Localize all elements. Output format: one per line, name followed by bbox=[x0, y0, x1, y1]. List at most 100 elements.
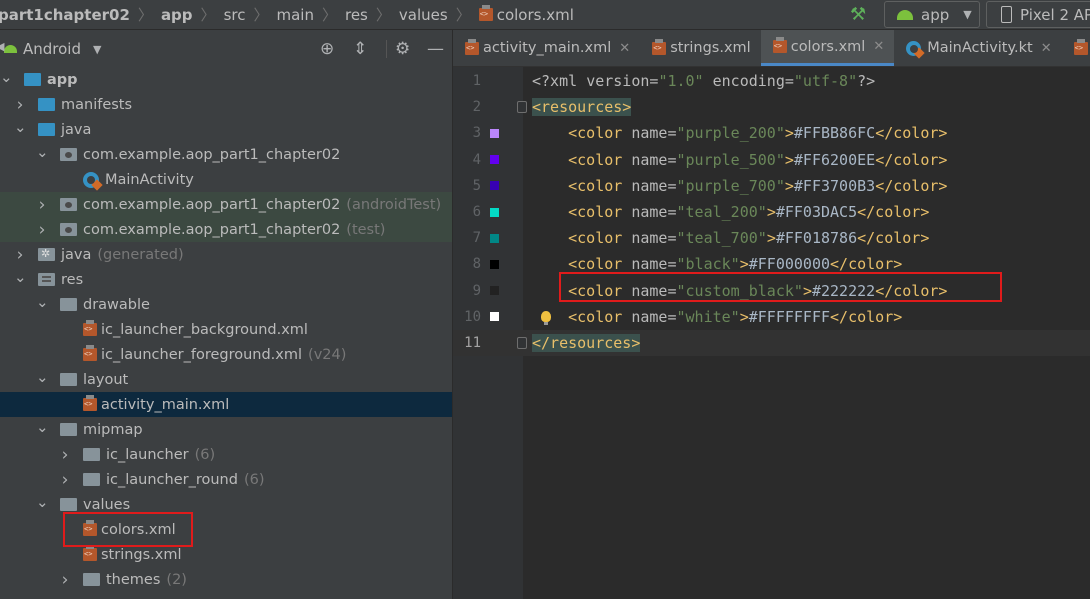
tab-overflow[interactable] bbox=[1062, 30, 1090, 66]
folder-blue-icon bbox=[38, 98, 55, 111]
tab-label: activity_main.xml bbox=[483, 40, 612, 56]
tree-item[interactable]: › ic_launcher (6) bbox=[0, 442, 452, 467]
android-icon bbox=[4, 45, 17, 53]
color-name-value: "purple_500" bbox=[676, 150, 785, 169]
chevron-down-icon[interactable]: ⌄ bbox=[0, 68, 13, 86]
tree-item[interactable]: › manifests bbox=[0, 92, 452, 117]
chevron-down-icon[interactable]: ⌄ bbox=[36, 493, 49, 511]
chevron-right-icon[interactable]: › bbox=[14, 245, 26, 265]
breadcrumb-item-colors[interactable]: colors.xml bbox=[497, 6, 574, 24]
chevron-right-icon[interactable]: › bbox=[59, 470, 71, 490]
tree-item[interactable]: › com.example.aop_part1_chapter02 (android… bbox=[0, 192, 452, 217]
xml-file-icon bbox=[652, 38, 667, 55]
code-line[interactable]: 7 <color name="teal_700">#FF018786</colo… bbox=[453, 225, 1090, 251]
tree-item[interactable]: › com.example.aop_part1_chapter02 (test) bbox=[0, 217, 452, 242]
breadcrumb-item-project[interactable]: part1chapter02 bbox=[0, 6, 130, 24]
xml-file-icon bbox=[465, 38, 479, 55]
code-line[interactable]: 4 <color name="purple_500">#FF6200EE</co… bbox=[453, 147, 1090, 173]
color-swatch-icon[interactable] bbox=[490, 312, 499, 322]
tree-item-label: ic_launcher_foreground.xml bbox=[101, 346, 303, 363]
chevron-right-icon[interactable]: › bbox=[59, 445, 71, 465]
color-swatch-icon[interactable] bbox=[490, 286, 499, 296]
color-swatch-icon[interactable] bbox=[490, 207, 499, 217]
tree-item[interactable]: ⌄ res bbox=[0, 267, 452, 292]
code-line[interactable]: 1 <?xml version="1.0" encoding="utf-8"?> bbox=[453, 68, 1090, 94]
color-name-value: "purple_700" bbox=[676, 176, 785, 195]
tree-item[interactable]: ⌄ com.example.aop_part1_chapter02 bbox=[0, 142, 452, 167]
tree-item[interactable]: › ic_launcher_round (6) bbox=[0, 467, 452, 492]
tag-close-bracket: > bbox=[784, 176, 794, 195]
close-icon[interactable]: ✕ bbox=[1041, 41, 1052, 56]
locate-crosshair-icon[interactable]: ⊕ bbox=[320, 39, 334, 59]
chevron-right-icon[interactable]: › bbox=[36, 220, 48, 240]
color-swatch-icon[interactable] bbox=[490, 181, 499, 191]
tree-item-label: manifests bbox=[61, 96, 133, 113]
tab-label: MainActivity.kt bbox=[927, 40, 1033, 56]
chevron-down-icon[interactable]: ▼ bbox=[93, 43, 101, 56]
breadcrumb-item-app[interactable]: app bbox=[161, 6, 193, 24]
code-line[interactable]: 3 <color name="purple_200">#FFBB86FC</co… bbox=[453, 120, 1090, 146]
tab-activity-main-xml[interactable]: activity_main.xml ✕ bbox=[453, 30, 640, 66]
tree-item-suffix: (v24) bbox=[308, 346, 347, 363]
tree-item[interactable]: ›activity_main.xml bbox=[0, 392, 452, 417]
close-icon[interactable]: ✕ bbox=[873, 39, 884, 54]
code-line[interactable]: 10 <color name="white">#FFFFFFFF</color> bbox=[453, 304, 1090, 330]
chevron-down-icon[interactable]: ⌄ bbox=[36, 143, 49, 161]
tree-item[interactable]: ⌄ app bbox=[0, 67, 452, 92]
close-icon[interactable]: ✕ bbox=[619, 41, 630, 56]
build-hammer-icon[interactable]: ⚒ bbox=[850, 4, 866, 25]
run-configuration-dropdown[interactable]: app ▼ bbox=[884, 1, 980, 28]
breadcrumb-item-res[interactable]: res bbox=[345, 6, 368, 24]
gear-icon[interactable]: ⚙ bbox=[395, 39, 410, 59]
tree-item[interactable]: ›ic_launcher_background.xml bbox=[0, 317, 452, 342]
code-line[interactable]: 5 <color name="purple_700">#FF3700B3</co… bbox=[453, 173, 1090, 199]
chevron-down-icon[interactable]: ⌄ bbox=[36, 368, 49, 386]
color-swatch-icon[interactable] bbox=[490, 259, 499, 269]
chevron-right-icon[interactable]: › bbox=[36, 195, 48, 215]
tree-item-label: activity_main.xml bbox=[101, 396, 230, 413]
tree-item[interactable]: ›MainActivity bbox=[0, 167, 452, 192]
attribute-name: name bbox=[631, 176, 668, 195]
minimize-icon[interactable]: — bbox=[427, 39, 444, 59]
tab-strings-xml[interactable]: strings.xml bbox=[640, 30, 761, 66]
tree-item[interactable]: ›ic_launcher_foreground.xml(v24) bbox=[0, 342, 452, 367]
line-number: 1 bbox=[472, 73, 481, 89]
tab-mainactivity-kt[interactable]: MainActivity.kt ✕ bbox=[894, 30, 1061, 66]
device-selector[interactable]: Pixel 2 API bbox=[986, 1, 1090, 28]
color-open-tag: <color bbox=[568, 150, 632, 169]
color-swatch-icon[interactable] bbox=[490, 155, 499, 165]
fold-marker-icon[interactable] bbox=[517, 101, 527, 114]
tag-close-bracket: > bbox=[766, 229, 776, 248]
code-line[interactable]: 6 <color name="teal_200">#FF03DAC5</colo… bbox=[453, 199, 1090, 225]
breadcrumb-separator-icon: 〉 bbox=[137, 6, 153, 24]
tab-colors-xml[interactable]: colors.xml ✕ bbox=[760, 30, 895, 66]
breadcrumb-item-values[interactable]: values bbox=[399, 6, 448, 24]
chevron-down-icon[interactable]: ⌄ bbox=[14, 268, 27, 286]
code-line[interactable]: 11 </resources> bbox=[453, 330, 1090, 356]
tree-item[interactable]: ⌄ layout bbox=[0, 367, 452, 392]
chevron-down-icon[interactable]: ⌄ bbox=[36, 293, 49, 311]
tree-item[interactable]: › themes (2) bbox=[0, 567, 452, 592]
attribute-name: name bbox=[631, 203, 668, 221]
tree-item-label: app bbox=[47, 71, 78, 88]
collapse-all-icon[interactable]: ⇕ bbox=[353, 39, 367, 59]
tree-item[interactable]: ⌄ mipmap bbox=[0, 417, 452, 442]
color-swatch-icon[interactable] bbox=[490, 128, 499, 138]
chevron-down-icon[interactable]: ⌄ bbox=[14, 118, 27, 136]
breadcrumb-item-main[interactable]: main bbox=[276, 6, 313, 24]
color-swatch-icon[interactable] bbox=[490, 233, 499, 243]
tree-item-label: ic_launcher bbox=[106, 446, 189, 463]
tree-item[interactable]: › java (generated) bbox=[0, 242, 452, 267]
chevron-right-icon[interactable]: › bbox=[59, 570, 71, 590]
fold-marker-icon[interactable] bbox=[517, 337, 527, 349]
chevron-down-icon[interactable]: ⌄ bbox=[36, 418, 49, 436]
tree-item[interactable]: ⌄ drawable bbox=[0, 292, 452, 317]
breadcrumb-item-src[interactable]: src bbox=[224, 6, 246, 24]
run-configuration-label: app bbox=[921, 5, 950, 24]
chevron-right-icon[interactable]: › bbox=[14, 95, 26, 115]
project-view-selector[interactable]: Android bbox=[23, 40, 81, 58]
code-line[interactable]: 2 <resources> bbox=[453, 94, 1090, 120]
line-number: 3 bbox=[472, 125, 481, 142]
color-name-value: "black" bbox=[676, 255, 740, 274]
tree-item[interactable]: ⌄ java bbox=[0, 117, 452, 142]
